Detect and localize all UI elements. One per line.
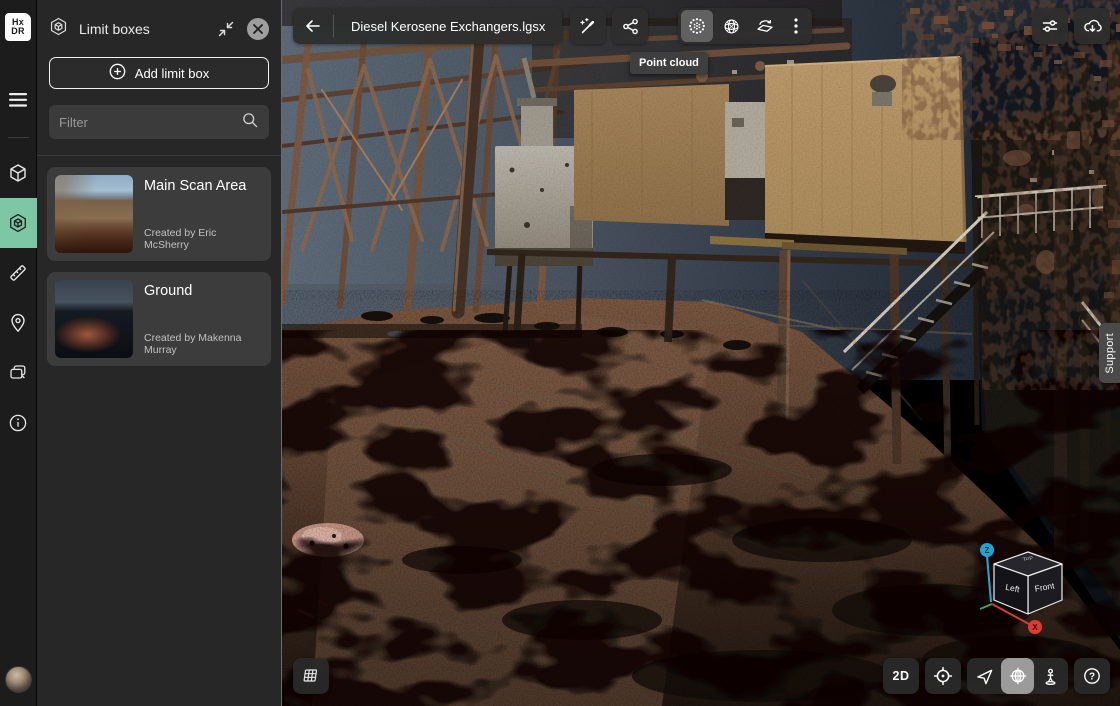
kebab-menu-icon	[794, 18, 798, 34]
minimap-button[interactable]	[293, 658, 329, 694]
mesh-globe-button[interactable]	[715, 10, 747, 42]
sidebar-item-scenes[interactable]	[0, 348, 37, 398]
sidebar-item-locations[interactable]	[0, 298, 37, 348]
document-pill: Diesel Kerosene Exchangers.lgsx	[293, 8, 562, 44]
list-item-main-scan-area[interactable]: Main Scan Area Created by Eric McSherry	[47, 167, 271, 261]
share-button[interactable]	[612, 8, 648, 44]
download-button[interactable]	[1074, 8, 1110, 44]
rail-divider	[8, 137, 29, 138]
2d-label: 2D	[893, 669, 910, 683]
hxdr-logo: Hx DR	[5, 13, 31, 41]
filter-input[interactable]	[59, 115, 241, 130]
svg-text:X: X	[1032, 623, 1038, 632]
limit-box-list: Main Scan Area Created by Eric McSherry …	[37, 156, 281, 706]
item-created-by: Created by Makenna Murray	[144, 332, 261, 356]
panel-header: Limit boxes	[37, 4, 281, 54]
topright-buttons	[1032, 8, 1110, 44]
scenes-icon	[8, 363, 28, 383]
viewport: Diesel Kerosene Exchangers.lgsx	[282, 0, 1120, 706]
2d-mode-button[interactable]: 2D	[883, 658, 919, 694]
view-cube[interactable]: Left Front Top Z X	[972, 540, 1082, 636]
collapse-panel-button[interactable]	[213, 16, 239, 42]
user-avatar[interactable]	[5, 666, 32, 693]
panel-title: Limit boxes	[79, 21, 213, 37]
thumbnail-ground	[55, 280, 133, 358]
support-tab[interactable]: Support	[1099, 323, 1120, 383]
sidebar-item-models[interactable]	[0, 148, 37, 198]
orbit-mode-button[interactable]	[1001, 658, 1034, 694]
search-icon	[241, 111, 259, 134]
help-icon: ?	[1082, 666, 1102, 686]
camera-mode-group	[967, 658, 1068, 694]
focus-target-button[interactable]	[925, 658, 961, 694]
fly-mode-button[interactable]	[968, 658, 1001, 694]
sidebar-item-measure[interactable]	[0, 248, 37, 298]
grid-map-icon	[301, 667, 321, 685]
cloud-download-icon	[1082, 16, 1103, 37]
magic-wand-icon	[578, 16, 598, 36]
item-created-by: Created by Eric McSherry	[144, 227, 261, 251]
app-window: Hx DR	[0, 0, 1120, 706]
limit-box-icon	[8, 213, 28, 233]
add-limit-box-button[interactable]: Add limit box	[49, 57, 269, 89]
point-cloud-icon	[687, 16, 707, 36]
point-cloud-tooltip: Point cloud	[630, 52, 708, 74]
document-title: Diesel Kerosene Exchangers.lgsx	[334, 19, 562, 34]
target-icon	[933, 666, 953, 686]
walk-mode-button[interactable]	[1034, 658, 1067, 694]
list-item-ground[interactable]: Ground Created by Makenna Murray	[47, 272, 271, 366]
add-limit-box-label: Add limit box	[135, 66, 209, 81]
close-panel-button[interactable]	[247, 18, 269, 40]
navigation-controls: 2D	[883, 658, 1110, 694]
card-text: Main Scan Area Created by Eric McSherry	[133, 175, 263, 253]
ruler-icon	[8, 263, 28, 283]
orbit-globe-icon	[1008, 666, 1028, 686]
more-options-button[interactable]	[783, 10, 809, 42]
svg-text:?: ?	[1089, 672, 1095, 683]
help-button[interactable]: ?	[1074, 658, 1110, 694]
textured-mesh-icon	[755, 16, 775, 36]
arrow-left-icon	[303, 16, 323, 36]
sliders-icon	[1040, 16, 1060, 36]
thumbnail-main-scan-area	[55, 175, 133, 253]
display-settings-button[interactable]	[1032, 8, 1068, 44]
fly-navigation-icon	[975, 667, 994, 686]
svg-text:Z: Z	[985, 546, 990, 555]
card-text: Ground Created by Makenna Murray	[133, 280, 263, 358]
textured-mesh-button[interactable]	[749, 10, 781, 42]
layer-toggle-group	[678, 8, 812, 44]
info-icon	[8, 413, 28, 433]
hamburger-icon	[9, 93, 27, 107]
point-cloud-button[interactable]	[681, 10, 713, 42]
sidebar-item-info[interactable]	[0, 398, 37, 448]
left-icon-rail: Hx DR	[0, 0, 37, 706]
mesh-globe-icon	[722, 17, 741, 36]
filter-field	[49, 105, 269, 139]
back-button[interactable]	[293, 8, 333, 44]
item-title: Main Scan Area	[144, 178, 261, 194]
share-icon	[621, 17, 640, 36]
magic-wand-button[interactable]	[570, 8, 606, 44]
item-title: Ground	[144, 283, 261, 299]
viewport-toolbar: Diesel Kerosene Exchangers.lgsx	[293, 8, 812, 44]
limit-boxes-panel: Limit boxes Add limit box	[37, 0, 282, 706]
walk-person-icon	[1041, 667, 1060, 686]
limit-box-header-icon	[49, 17, 68, 41]
main-menu-button[interactable]	[0, 77, 37, 123]
cube-icon	[8, 163, 28, 183]
sidebar-item-limit-boxes[interactable]	[0, 198, 37, 248]
location-pin-icon	[8, 313, 28, 333]
plus-circle-icon	[109, 63, 126, 83]
support-label: Support	[1104, 333, 1116, 374]
logo-line-2: DR	[11, 27, 24, 37]
